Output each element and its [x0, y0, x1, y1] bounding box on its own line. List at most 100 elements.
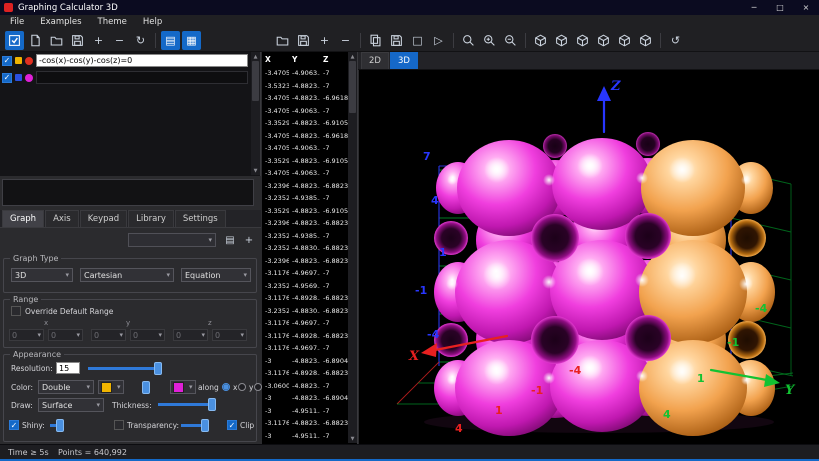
range-z-min[interactable]: 0▾ — [173, 329, 208, 341]
slider-thumb[interactable] — [142, 381, 150, 394]
equation-kind-select[interactable]: Equation▾ — [181, 268, 251, 282]
tab-3d[interactable]: 3D — [390, 52, 418, 69]
color-swatch-2[interactable] — [25, 74, 33, 82]
column-header-x[interactable]: X — [262, 52, 289, 67]
table-row[interactable]: -3.2396...-4.8823...-6.8823... — [262, 180, 348, 193]
color-swatch-2[interactable] — [25, 57, 33, 65]
table-row[interactable]: -3.1176...-4.8928...-6.8823... — [262, 292, 348, 305]
tab-2d[interactable]: 2D — [361, 52, 389, 69]
new-equation-button[interactable] — [26, 31, 45, 50]
equation-row-2[interactable]: ✓ — [0, 69, 260, 86]
range-x-max[interactable]: 0▾ — [48, 329, 83, 341]
table-row[interactable]: -3.4705...-4.9063...-7 — [262, 142, 348, 155]
table-row[interactable]: -3.1176...-4.9697...-7 — [262, 342, 348, 355]
annotation-box[interactable] — [2, 179, 254, 206]
menu-examples[interactable]: Examples — [32, 15, 89, 29]
table-row[interactable]: -3.4705...-4.8823...-6.9618... — [262, 92, 348, 105]
check-all-button[interactable] — [5, 31, 24, 50]
range-y-min[interactable]: 0▾ — [91, 329, 126, 341]
slider-thumb[interactable] — [208, 398, 216, 411]
slider-thumb[interactable] — [201, 419, 209, 432]
copy-graph-button[interactable] — [366, 31, 385, 50]
along-z-radio[interactable] — [254, 383, 262, 391]
menu-theme[interactable]: Theme — [90, 15, 135, 29]
range-y-max[interactable]: 0▾ — [130, 329, 165, 341]
tab-settings[interactable]: Settings — [175, 210, 226, 227]
draw-select[interactable]: Surface▾ — [38, 398, 104, 412]
table-row[interactable]: -3.4705...-4.9063...-7 — [262, 105, 348, 118]
play-button[interactable]: ▷ — [429, 31, 448, 50]
tab-graph[interactable]: Graph — [2, 210, 44, 227]
tab-library[interactable]: Library — [128, 210, 174, 227]
rotate-view-button[interactable]: ↺ — [666, 31, 685, 50]
add-preset-button[interactable]: + — [241, 232, 257, 248]
transparency-checkbox[interactable] — [114, 420, 124, 430]
open-graph-button[interactable] — [273, 31, 292, 50]
table-row[interactable]: -3.2396...-4.8823...-6.8823... — [262, 217, 348, 230]
table-row[interactable]: -3.2396...-4.8823...-6.8823... — [262, 255, 348, 268]
view-orientation-button-4[interactable] — [594, 31, 613, 50]
title-bar[interactable]: Graphing Calculator 3D ─ □ × — [0, 0, 819, 15]
zoom-tool-button[interactable] — [459, 31, 478, 50]
open-button[interactable] — [47, 31, 66, 50]
view-orientation-button-6[interactable] — [636, 31, 655, 50]
shiny-checkbox[interactable]: ✓ — [9, 420, 19, 430]
view-orientation-button-3[interactable] — [573, 31, 592, 50]
tab-keypad[interactable]: Keypad — [80, 210, 127, 227]
style-preset-select[interactable]: ▾ — [128, 233, 216, 247]
table-row[interactable]: -3.3529...-4.8823...-6.9105... — [262, 205, 348, 218]
table-row[interactable]: -3.4705...-4.9063...-7 — [262, 67, 348, 80]
along-x-radio[interactable] — [222, 383, 230, 391]
close-button[interactable]: × — [793, 0, 819, 15]
tab-axis[interactable]: Axis — [45, 210, 79, 227]
equation-visible-checkbox[interactable]: ✓ — [2, 56, 12, 66]
equation-input[interactable] — [36, 54, 248, 67]
view-orientation-button-5[interactable] — [615, 31, 634, 50]
table-row[interactable]: -3.1176...-4.9697...-7 — [262, 267, 348, 280]
table-row[interactable]: -3.1176...-4.9697...-7 — [262, 317, 348, 330]
table-row[interactable]: -3-4.9511...-7 — [262, 405, 348, 418]
table-row[interactable]: -3.2352...-4.8830...-6.8823... — [262, 242, 348, 255]
table-row[interactable]: -3.4705...-4.8823...-6.9618... — [262, 130, 348, 143]
view-orientation-button-2[interactable] — [552, 31, 571, 50]
scroll-up-icon[interactable]: ▲ — [251, 52, 260, 61]
column-header-y[interactable]: Y — [289, 52, 320, 67]
color-swatch-1[interactable] — [15, 74, 22, 81]
table-row[interactable]: -3.0600...-4.8823...-7 — [262, 380, 348, 393]
save-button[interactable] — [68, 31, 87, 50]
export-button[interactable] — [387, 31, 406, 50]
remove-equation-button[interactable]: − — [110, 31, 129, 50]
scroll-down-icon[interactable]: ▼ — [251, 166, 260, 175]
table-row[interactable]: -3.2352...-4.8830...-6.8823... — [262, 305, 348, 318]
equation-scrollbar[interactable]: ▲ ▼ — [251, 52, 260, 175]
zoom-in-button[interactable] — [480, 31, 499, 50]
color2-swatch-select[interactable]: ▾ — [170, 380, 196, 394]
grid-view-toggle[interactable]: ▦ — [182, 31, 201, 50]
equation-visible-checkbox[interactable]: ✓ — [2, 73, 12, 83]
equation-input[interactable] — [36, 71, 248, 84]
table-row[interactable]: -3.3529...-4.8823...-6.9105... — [262, 117, 348, 130]
table-row[interactable]: -3.3529...-4.8823...-6.9105... — [262, 155, 348, 168]
table-row[interactable]: -3.2352...-4.9385...-7 — [262, 192, 348, 205]
scroll-up-icon[interactable]: ▲ — [348, 52, 357, 61]
maximize-button[interactable]: □ — [767, 0, 793, 15]
rows-view-toggle[interactable]: ▤ — [161, 31, 180, 50]
column-header-z[interactable]: Z — [320, 52, 348, 67]
menu-file[interactable]: File — [2, 15, 32, 29]
zoom-minus-button[interactable]: − — [336, 31, 355, 50]
table-row[interactable]: -3.2352...-4.9569...-7 — [262, 280, 348, 293]
table-row[interactable]: -3-4.8823...-6.8904... — [262, 355, 348, 368]
menu-help[interactable]: Help — [135, 15, 170, 29]
table-row[interactable]: -3-4.8823...-6.8904... — [262, 392, 348, 405]
view-orientation-button-1[interactable] — [531, 31, 550, 50]
add-equation-button[interactable]: + — [89, 31, 108, 50]
table-row[interactable]: -3.1176...-4.8823...-6.8823... — [262, 417, 348, 430]
zoom-out-button[interactable] — [501, 31, 520, 50]
slider-thumb[interactable] — [154, 362, 162, 375]
clip-checkbox[interactable]: ✓ — [227, 420, 237, 430]
coordinates-select[interactable]: Cartesian▾ — [80, 268, 174, 282]
scrollbar-thumb[interactable] — [349, 61, 356, 113]
resolution-input[interactable] — [56, 362, 80, 374]
table-row[interactable]: -3.2352...-4.9385...-7 — [262, 230, 348, 243]
range-z-max[interactable]: 0▾ — [212, 329, 247, 341]
